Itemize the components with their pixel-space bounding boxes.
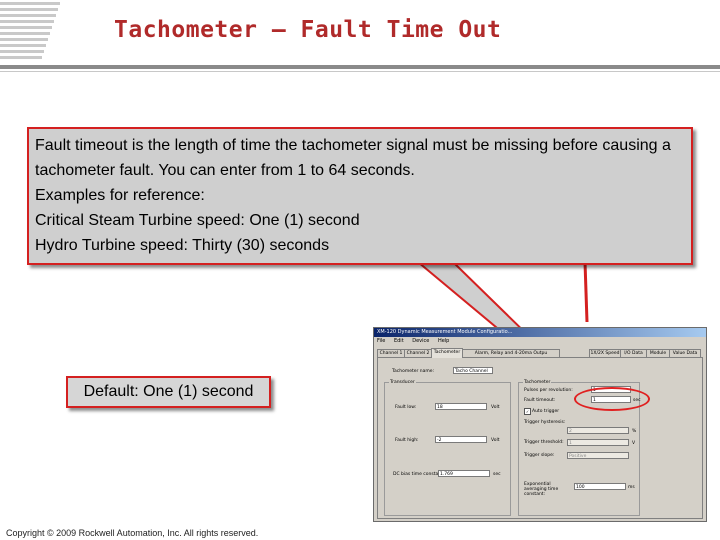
- fault-low-label: Fault low:: [395, 405, 417, 410]
- fault-timeout-highlight-ring: [574, 387, 650, 411]
- fault-timeout-label: Fault timeout:: [524, 398, 556, 403]
- copyright-footer: Copyright © 2009 Rockwell Automation, In…: [6, 528, 259, 538]
- title-divider-thin: [0, 71, 720, 72]
- callout-description: Fault timeout is the length of time the …: [35, 137, 671, 179]
- decorative-stripes: [0, 0, 64, 62]
- dialog-menu-bar: File Edit Device Help: [374, 337, 706, 345]
- tachometer-name-label: Tachometer name:: [392, 369, 435, 374]
- dc-bias-input[interactable]: 1.769: [438, 470, 490, 477]
- menu-file[interactable]: File: [377, 338, 385, 344]
- pulses-label: Pulses per revolution:: [524, 388, 573, 393]
- fault-high-input[interactable]: -2: [435, 436, 487, 443]
- menu-edit[interactable]: Edit: [394, 338, 404, 344]
- trigger-slope-select[interactable]: Positive: [567, 452, 629, 459]
- description-callout: Fault timeout is the length of time the …: [27, 127, 693, 265]
- trigger-threshold-input[interactable]: 1: [567, 439, 629, 446]
- trigger-hysteresis-unit: %: [632, 429, 637, 434]
- transducer-group: Transducer Fault low: 18 Volt Fault high…: [384, 380, 511, 516]
- slide-title: Tachometer – Fault Time Out: [114, 17, 502, 43]
- fault-high-label: Fault high:: [395, 438, 419, 443]
- averaging-input[interactable]: 100: [574, 483, 626, 490]
- dialog-title-bar: XM-120 Dynamic Measurement Module Config…: [374, 328, 706, 337]
- fault-low-input[interactable]: 18: [435, 403, 487, 410]
- trigger-slope-label: Trigger slope:: [524, 453, 555, 458]
- trigger-hysteresis-input[interactable]: 2: [567, 427, 629, 434]
- trigger-threshold-label: Trigger threshold:: [524, 440, 564, 445]
- auto-trigger-checkbox[interactable]: ✓: [524, 408, 531, 415]
- dialog-tabs: Channel 1 Channel 2 Tachometer Alarm, Re…: [377, 348, 703, 358]
- tachometer-group-label: Tachometer: [523, 380, 552, 385]
- configuration-dialog: XM-120 Dynamic Measurement Module Config…: [373, 327, 707, 522]
- fault-low-unit: Volt: [491, 405, 500, 410]
- averaging-label: Exponential averaging time constant:: [524, 482, 559, 497]
- dc-bias-label: DC bias time constant:: [393, 472, 445, 477]
- default-value-note: Default: One (1) second: [66, 376, 271, 408]
- title-divider: [0, 65, 720, 69]
- transducer-group-label: Transducer: [389, 380, 416, 385]
- callout-example-steam: Critical Steam Turbine speed: One (1) se…: [35, 212, 360, 229]
- auto-trigger-label: Auto trigger: [532, 409, 560, 414]
- menu-help[interactable]: Help: [438, 338, 449, 344]
- callout-example-hydro: Hydro Turbine speed: Thirty (30) seconds: [35, 237, 330, 254]
- dc-bias-unit: sec: [493, 472, 501, 477]
- trigger-threshold-unit: V: [632, 441, 636, 446]
- tab-tachometer[interactable]: Tachometer: [431, 348, 463, 358]
- tachometer-name-input[interactable]: Tacho Channel: [453, 367, 493, 374]
- averaging-unit: ms: [628, 485, 635, 490]
- fault-high-unit: Volt: [491, 438, 500, 443]
- callout-examples-heading: Examples for reference:: [35, 187, 205, 204]
- tachometer-tab-panel: Tachometer name: Tacho Channel Transduce…: [377, 357, 703, 519]
- menu-device[interactable]: Device: [412, 338, 429, 344]
- trigger-hysteresis-label: Trigger hysteresis:: [524, 420, 566, 425]
